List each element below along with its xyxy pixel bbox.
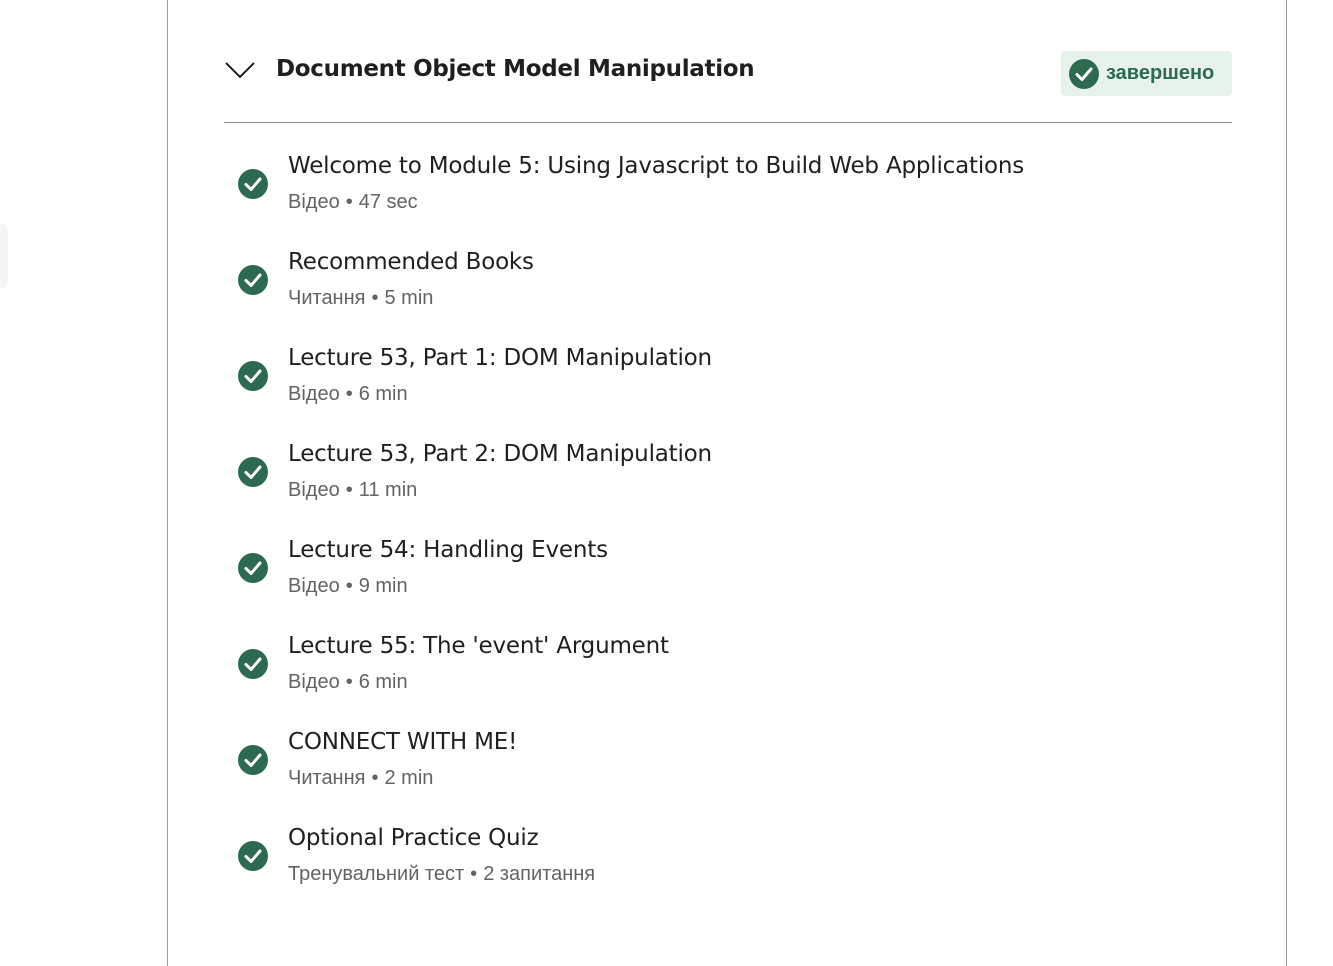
- item-type: Відео: [288, 191, 340, 213]
- item-title[interactable]: CONNECT WITH ME!: [288, 729, 517, 755]
- list-item[interactable]: Lecture 55: The 'event' Argument Відео • 6…: [224, 620, 1232, 716]
- module-items-list: Welcome to Module 5: Using Javascript to…: [224, 140, 1232, 908]
- item-type: Відео: [288, 575, 340, 597]
- module-card: Document Object Model Manipulation завер…: [167, 0, 1287, 966]
- check-circle-icon: [238, 361, 268, 391]
- check-circle-icon: [238, 169, 268, 199]
- item-duration: 6 min: [358, 671, 408, 693]
- meta-separator: •: [371, 287, 379, 309]
- meta-separator: •: [371, 767, 379, 789]
- list-item[interactable]: Recommended Books Читання • 5 min: [224, 236, 1232, 332]
- check-circle-icon: [238, 553, 268, 583]
- list-item[interactable]: Lecture 53, Part 1: DOM Manipulation Від…: [224, 332, 1232, 428]
- item-meta: Читання • 2 min: [288, 767, 433, 790]
- item-meta: Відео • 9 min: [288, 575, 408, 598]
- side-panel-tab[interactable]: [0, 224, 8, 288]
- item-type: Відео: [288, 383, 340, 405]
- item-duration: 47 sec: [358, 191, 418, 213]
- item-title[interactable]: Lecture 53, Part 2: DOM Manipulation: [288, 441, 712, 467]
- list-item[interactable]: CONNECT WITH ME! Читання • 2 min: [224, 716, 1232, 812]
- module-title: Document Object Model Manipulation: [276, 56, 755, 82]
- item-title[interactable]: Welcome to Module 5: Using Javascript to…: [288, 153, 1024, 179]
- meta-separator: •: [345, 479, 353, 501]
- item-title[interactable]: Optional Practice Quiz: [288, 825, 539, 851]
- item-title[interactable]: Lecture 55: The 'event' Argument: [288, 633, 669, 659]
- item-type: Відео: [288, 671, 340, 693]
- item-meta: Відео • 6 min: [288, 383, 408, 406]
- item-type: Тренувальний тест: [288, 863, 465, 885]
- item-title[interactable]: Lecture 53, Part 1: DOM Manipulation: [288, 345, 712, 371]
- item-type: Читання: [288, 287, 366, 309]
- item-meta: Тренувальний тест • 2 запитання: [288, 863, 595, 886]
- meta-separator: •: [345, 671, 353, 693]
- item-type: Читання: [288, 767, 366, 789]
- item-duration: 5 min: [384, 287, 434, 309]
- check-circle-icon: [238, 265, 268, 295]
- check-circle-icon: [1069, 58, 1099, 89]
- check-circle-icon: [238, 841, 268, 871]
- item-meta: Відео • 11 min: [288, 479, 417, 502]
- item-duration: 11 min: [358, 479, 418, 501]
- check-circle-icon: [238, 745, 268, 775]
- item-duration: 6 min: [358, 383, 408, 405]
- status-badge: завершено: [1061, 51, 1232, 96]
- check-circle-icon: [238, 457, 268, 487]
- item-meta: Відео • 6 min: [288, 671, 408, 694]
- module-header[interactable]: Document Object Model Manipulation завер…: [224, 48, 1232, 123]
- item-meta: Відео • 47 sec: [288, 191, 418, 214]
- check-circle-icon: [238, 649, 268, 679]
- item-title[interactable]: Lecture 54: Handling Events: [288, 537, 608, 563]
- meta-separator: •: [345, 191, 353, 213]
- item-title[interactable]: Recommended Books: [288, 249, 534, 275]
- item-meta: Читання • 5 min: [288, 287, 433, 310]
- status-label: завершено: [1106, 62, 1215, 84]
- list-item[interactable]: Lecture 54: Handling Events Відео • 9 min: [224, 524, 1232, 620]
- meta-separator: •: [345, 575, 353, 597]
- list-item[interactable]: Lecture 53, Part 2: DOM Manipulation Від…: [224, 428, 1232, 524]
- list-item[interactable]: Welcome to Module 5: Using Javascript to…: [224, 140, 1232, 236]
- chevron-down-icon[interactable]: [224, 60, 256, 80]
- meta-separator: •: [345, 383, 353, 405]
- item-type: Відео: [288, 479, 340, 501]
- item-duration: 2 min: [384, 767, 434, 789]
- item-duration: 2 запитання: [483, 863, 596, 885]
- list-item[interactable]: Optional Practice Quiz Тренувальний тест…: [224, 812, 1232, 908]
- meta-separator: •: [470, 863, 478, 885]
- item-duration: 9 min: [358, 575, 408, 597]
